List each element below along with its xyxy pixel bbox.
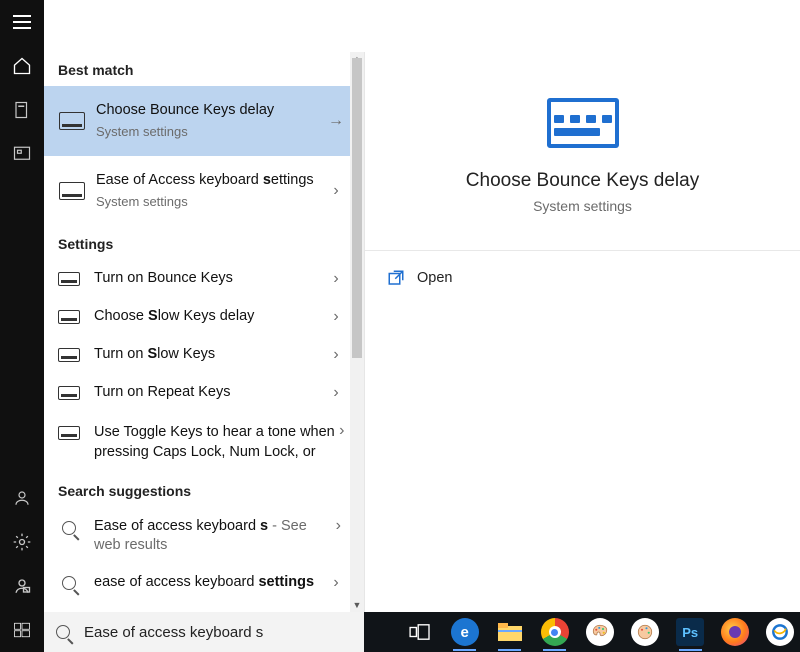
keyboard-icon xyxy=(58,110,86,132)
search-input-row[interactable]: Ease of access keyboard s xyxy=(44,612,364,652)
result-title: Turn on Repeat Keys xyxy=(94,383,324,403)
result-setting-item[interactable]: Choose Slow Keys delay › xyxy=(44,298,350,336)
keyboard-icon xyxy=(58,422,80,444)
result-title: Ease of Access keyboard settings xyxy=(96,171,324,191)
result-title: Turn on Bounce Keys xyxy=(94,269,324,289)
hamburger-icon[interactable] xyxy=(0,0,44,44)
result-setting-item[interactable]: Turn on Repeat Keys › xyxy=(44,374,350,412)
rail-documents-icon[interactable] xyxy=(0,88,44,132)
keyboard-icon xyxy=(58,268,80,290)
open-action[interactable]: Open xyxy=(387,269,778,287)
keyboard-icon xyxy=(58,306,80,328)
rail-home-icon[interactable] xyxy=(0,44,44,88)
rail-pictures-icon[interactable] xyxy=(0,132,44,176)
result-best-match[interactable]: Choose Bounce Keys delay System settings… xyxy=(44,86,350,156)
result-subtitle: System settings xyxy=(96,123,324,141)
scroll-down-icon[interactable]: ▼ xyxy=(350,598,364,612)
ie-icon[interactable] xyxy=(761,612,800,652)
arrow-right-icon[interactable]: → xyxy=(324,112,348,130)
result-suggestion-item[interactable]: ease of access keyboard settings › xyxy=(44,564,350,602)
file-explorer-icon[interactable] xyxy=(490,612,529,652)
result-title: Ease of access keyboard s - See web resu… xyxy=(94,517,329,556)
settings-header: Settings xyxy=(44,226,350,260)
search-text: Ease of access keyboard s xyxy=(84,624,263,641)
task-view-icon[interactable] xyxy=(400,612,439,652)
keyboard-icon xyxy=(547,98,619,148)
result-setting-item[interactable]: Turn on Bounce Keys › xyxy=(44,260,350,298)
taskbar: e Ps xyxy=(364,612,800,652)
chevron-right-icon[interactable]: › xyxy=(329,517,348,535)
result-suggestion-item[interactable]: Ease of access keyboard s - See web resu… xyxy=(44,507,350,564)
chevron-right-icon[interactable]: › xyxy=(324,308,348,326)
result-setting-item[interactable]: Turn on Slow Keys › xyxy=(44,336,350,374)
search-icon xyxy=(58,517,80,539)
keyboard-icon xyxy=(58,344,80,366)
edge-icon[interactable]: e xyxy=(445,612,484,652)
result-ease-of-access[interactable]: Ease of Access keyboard settings System … xyxy=(44,156,350,226)
result-title: Use Toggle Keys to hear a tone when pres… xyxy=(94,422,336,463)
details-title: Choose Bounce Keys delay xyxy=(466,170,699,192)
details-pane: Choose Bounce Keys delay System settings… xyxy=(364,52,800,612)
result-title: ease of access keyboard settings xyxy=(94,573,324,593)
rail-power-icon[interactable] xyxy=(0,564,44,608)
scrollbar[interactable]: ▲ ▼ xyxy=(350,52,364,612)
result-title: Choose Slow Keys delay xyxy=(94,307,324,327)
result-setting-item[interactable]: Use Toggle Keys to hear a tone when pres… xyxy=(44,412,350,473)
chevron-right-icon[interactable]: › xyxy=(324,384,348,402)
result-suggestion-item[interactable]: ease of access keyboard shortcuts › xyxy=(44,602,350,612)
open-label: Open xyxy=(417,270,452,286)
chevron-right-icon[interactable]: › xyxy=(324,346,348,364)
keyboard-icon xyxy=(58,180,86,202)
rail-windows-icon[interactable] xyxy=(0,608,44,652)
best-match-header: Best match xyxy=(44,52,350,86)
paint-icon[interactable] xyxy=(580,612,619,652)
suggestions-header: Search suggestions xyxy=(44,473,350,507)
rail-settings-icon[interactable] xyxy=(0,520,44,564)
paint-alt-icon[interactable] xyxy=(626,612,665,652)
start-rail xyxy=(0,0,44,652)
search-icon xyxy=(56,625,74,639)
rail-account-icon[interactable] xyxy=(0,476,44,520)
result-title: Choose Bounce Keys delay xyxy=(96,101,324,121)
chevron-right-icon[interactable]: › xyxy=(324,574,348,592)
photoshop-icon[interactable]: Ps xyxy=(671,612,710,652)
firefox-icon[interactable] xyxy=(716,612,755,652)
result-title: Turn on Slow Keys xyxy=(94,345,324,365)
search-results-column: Best match Choose Bounce Keys delay Syst… xyxy=(44,52,364,612)
chrome-icon[interactable] xyxy=(535,612,574,652)
chevron-right-icon[interactable]: › xyxy=(324,270,348,288)
result-subtitle: System settings xyxy=(96,193,324,211)
keyboard-icon xyxy=(58,382,80,404)
search-icon xyxy=(58,572,80,594)
chevron-right-icon[interactable]: › xyxy=(336,422,348,440)
open-icon xyxy=(387,269,405,287)
scrollbar-thumb[interactable] xyxy=(352,58,362,358)
details-subtitle: System settings xyxy=(533,198,632,214)
chevron-right-icon[interactable]: › xyxy=(324,182,348,200)
